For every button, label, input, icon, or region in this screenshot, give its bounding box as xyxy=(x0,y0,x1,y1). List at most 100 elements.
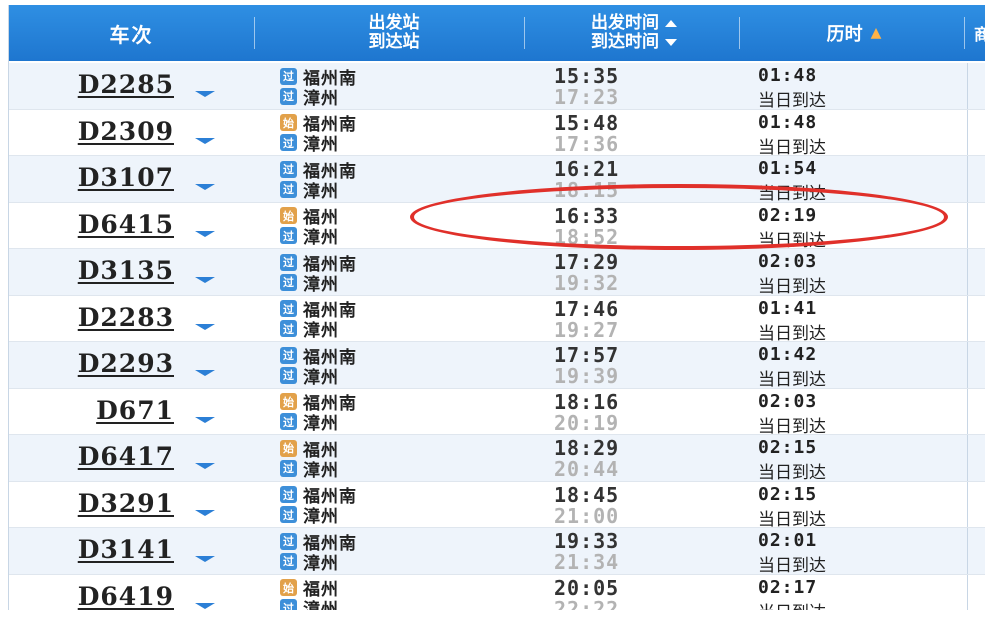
train-number-link[interactable]: D6419 xyxy=(78,582,174,611)
header-arrival-station: 到达站 xyxy=(368,32,420,52)
table-row[interactable]: D3291 过 福州南 过 漳州 18:45 21:00 02:15 当日到达 xyxy=(9,481,985,530)
station-type-badge: 过 xyxy=(280,300,297,317)
table-row[interactable]: D2285 过 福州南 过 漳州 15:35 17:23 01:48 当日到达 xyxy=(9,63,985,111)
table-row[interactable]: D3135 过 福州南 过 漳州 17:29 19:32 02:03 当日到达 xyxy=(9,249,985,297)
station-type-badge: 过 xyxy=(280,552,297,570)
arrival-station: 过 漳州 xyxy=(280,365,339,388)
chevron-down-icon[interactable] xyxy=(195,277,215,283)
header-divider xyxy=(524,17,525,49)
train-number-link[interactable]: D2283 xyxy=(78,303,174,332)
column-divider xyxy=(967,435,968,481)
duration: 01:41 xyxy=(758,297,818,319)
arrival-note: 当日到达 xyxy=(758,91,826,111)
chevron-down-icon[interactable] xyxy=(195,184,215,190)
train-schedule-table: 车次 出发站 到达站 出发时间 到达时间 历时 ▲ 商 D2285 过 福州南 … xyxy=(8,5,985,610)
chevron-down-icon[interactable] xyxy=(195,556,215,562)
train-number-link[interactable]: D2293 xyxy=(78,349,174,378)
station-type-badge: 过 xyxy=(280,87,297,105)
duration: 02:15 xyxy=(758,437,818,458)
arrival-note: 当日到达 xyxy=(758,416,826,437)
table-row[interactable]: D671 始 福州南 过 漳州 18:16 20:19 02:03 当日到达 xyxy=(9,388,985,437)
station-type-badge: 过 xyxy=(280,180,297,198)
arrival-time: 18:15 xyxy=(554,178,620,202)
table-row[interactable]: D3141 过 福州南 过 漳州 19:33 21:34 02:01 当日到达 xyxy=(9,528,985,576)
train-number-link[interactable]: D3291 xyxy=(78,489,174,518)
table-row[interactable]: D6417 始 福州 过 漳州 18:29 20:44 02:15 当日到达 xyxy=(9,435,985,483)
chevron-down-icon[interactable] xyxy=(195,463,215,469)
column-divider xyxy=(967,249,968,295)
arrival-note: 当日到达 xyxy=(758,509,826,530)
table-row[interactable]: D6419 始 福州 过 漳州 20:05 22:22 02:17 当日到达 xyxy=(9,574,985,611)
arrival-station: 过 漳州 xyxy=(280,272,339,295)
train-number-link[interactable]: D3107 xyxy=(78,163,174,192)
train-number-link[interactable]: D6417 xyxy=(78,442,174,471)
arrival-time: 19:39 xyxy=(554,364,620,388)
table-row[interactable]: D2309 始 福州南 过 漳州 15:48 17:36 01:48 当日到达 xyxy=(9,109,985,158)
sort-up-icon[interactable] xyxy=(665,20,677,27)
train-number-link[interactable]: D6415 xyxy=(78,210,174,239)
duration: 02:03 xyxy=(758,390,818,412)
chevron-down-icon[interactable] xyxy=(195,602,215,609)
header-duration-label: 历时 xyxy=(826,24,863,45)
column-divider xyxy=(967,202,968,248)
arrival-station-name: 漳州 xyxy=(303,321,339,341)
arrival-station-name: 漳州 xyxy=(303,414,339,434)
chevron-down-icon[interactable] xyxy=(195,91,215,97)
train-number-link[interactable]: D3135 xyxy=(78,256,174,285)
arrival-time: 17:23 xyxy=(554,85,620,109)
arrival-station: 过 漳州 xyxy=(280,551,339,574)
arrival-station-name: 漳州 xyxy=(303,181,339,202)
header-departure-station: 出发站 xyxy=(368,13,420,33)
train-number-link[interactable]: D2285 xyxy=(78,70,174,99)
column-divider xyxy=(967,109,968,155)
header-arrival-time: 到达时间 xyxy=(591,32,659,52)
duration: 02:15 xyxy=(758,483,818,505)
arrival-station: 过 漳州 xyxy=(280,319,339,341)
arrival-station-name: 漳州 xyxy=(303,600,339,610)
train-number-link[interactable]: D2309 xyxy=(78,117,174,146)
arrival-time: 18:52 xyxy=(554,224,620,249)
arrival-station: 过 漳州 xyxy=(280,86,339,109)
arrival-station: 过 漳州 xyxy=(280,412,339,434)
table-row[interactable]: D2283 过 福州南 过 漳州 17:46 19:27 01:41 当日到达 xyxy=(9,295,985,344)
arrival-station-name: 漳州 xyxy=(303,88,339,109)
station-type-badge: 过 xyxy=(280,67,297,85)
chevron-down-icon[interactable] xyxy=(195,230,215,237)
chevron-down-icon[interactable] xyxy=(195,509,215,516)
arrival-station-name: 漳州 xyxy=(303,274,339,295)
column-divider xyxy=(967,295,968,341)
station-type-badge: 过 xyxy=(280,346,297,364)
header-times[interactable]: 出发时间 到达时间 xyxy=(534,5,734,61)
header-business-seat[interactable]: 商 xyxy=(974,5,985,61)
chevron-down-icon[interactable] xyxy=(195,323,215,330)
sort-ascending-icon[interactable]: ▲ xyxy=(871,25,882,41)
station-type-badge: 过 xyxy=(280,413,297,430)
duration: 01:54 xyxy=(758,158,818,179)
table-row[interactable]: D2293 过 福州南 过 漳州 17:57 19:39 01:42 当日到达 xyxy=(9,342,985,390)
arrival-note: 当日到达 xyxy=(758,137,826,158)
sort-down-icon[interactable] xyxy=(665,39,677,46)
table-row[interactable]: D6415 始 福州 过 漳州 16:33 18:52 02:19 当日到达 xyxy=(9,202,985,251)
table-row[interactable]: D3107 过 福州南 过 漳州 16:21 18:15 01:54 当日到达 xyxy=(9,156,985,204)
column-divider xyxy=(967,574,968,610)
column-divider xyxy=(967,528,968,574)
header-divider xyxy=(964,17,965,49)
duration: 02:03 xyxy=(758,251,818,272)
station-type-badge: 过 xyxy=(280,134,297,151)
train-number-link[interactable]: D671 xyxy=(96,396,174,425)
header-train-number[interactable]: 车次 xyxy=(9,5,254,61)
arrival-station: 过 漳州 xyxy=(280,505,339,527)
station-type-badge: 过 xyxy=(280,366,297,384)
arrival-station: 过 漳州 xyxy=(280,133,339,155)
arrival-note: 当日到达 xyxy=(758,184,826,204)
duration: 02:01 xyxy=(758,530,818,551)
train-number-link[interactable]: D3141 xyxy=(78,535,174,564)
header-stations[interactable]: 出发站 到达站 xyxy=(264,5,524,61)
arrival-station: 过 漳州 xyxy=(280,458,339,481)
chevron-down-icon[interactable] xyxy=(195,370,215,376)
header-duration[interactable]: 历时 ▲ xyxy=(744,5,964,61)
header-departure-time: 出发时间 xyxy=(591,13,659,33)
chevron-down-icon[interactable] xyxy=(195,416,215,423)
chevron-down-icon[interactable] xyxy=(195,137,215,144)
station-type-badge: 过 xyxy=(280,486,297,503)
